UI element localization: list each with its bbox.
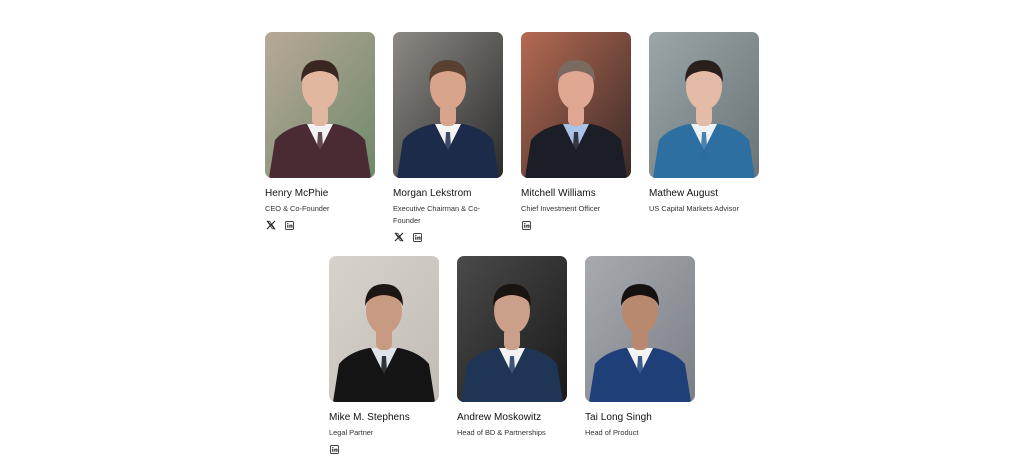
linkedin-icon[interactable]: [412, 232, 423, 243]
linkedin-icon[interactable]: [284, 220, 295, 231]
x-icon[interactable]: [265, 220, 276, 231]
member-socials: [393, 231, 503, 243]
team-member-card: Tai Long Singh Head of Product: [585, 256, 695, 455]
member-socials: [457, 443, 567, 455]
member-socials: [265, 219, 375, 231]
member-role: Executive Chairman & Co-Founder: [393, 204, 481, 225]
member-name: Mitchell Williams: [521, 188, 596, 199]
member-name: Morgan Lekstrom: [393, 188, 472, 199]
member-socials: [585, 443, 695, 455]
team-member-card: Mathew August US Capital Markets Advisor: [649, 32, 759, 243]
member-photo: [457, 256, 567, 402]
linkedin-icon[interactable]: [329, 444, 340, 455]
x-icon[interactable]: [393, 232, 404, 243]
member-photo: [585, 256, 695, 402]
member-name: Mike M. Stephens: [329, 412, 410, 423]
member-role: Head of Product: [585, 428, 639, 437]
team-member-card: Morgan Lekstrom Executive Chairman & Co-…: [393, 32, 503, 243]
member-role: US Capital Markets Advisor: [649, 204, 739, 213]
team-row-bottom: Mike M. Stephens Legal Partner Andrew Mo…: [0, 256, 1024, 455]
member-role: Chief Investment Officer: [521, 204, 601, 213]
member-socials: [329, 443, 439, 455]
member-role: Legal Partner: [329, 428, 374, 437]
team-member-card: Mitchell Williams Chief Investment Offic…: [521, 32, 631, 243]
team-row-top: Henry McPhie CEO & Co-Founder Morgan Lek…: [0, 32, 1024, 243]
member-name: Tai Long Singh: [585, 412, 652, 423]
member-name: Mathew August: [649, 188, 719, 199]
member-socials: [649, 219, 759, 231]
member-photo: [329, 256, 439, 402]
member-photo: [649, 32, 759, 178]
member-name: Andrew Moskowitz: [457, 412, 542, 423]
team-member-card: Andrew Moskowitz Head of BD & Partnershi…: [457, 256, 567, 455]
member-socials: [521, 219, 631, 231]
member-photo: [393, 32, 503, 178]
member-name: Henry McPhie: [265, 188, 329, 199]
member-role: CEO & Co-Founder: [265, 204, 330, 213]
member-photo: [265, 32, 375, 178]
team-member-card: Mike M. Stephens Legal Partner: [329, 256, 439, 455]
team-member-card: Henry McPhie CEO & Co-Founder: [265, 32, 375, 243]
linkedin-icon[interactable]: [521, 220, 532, 231]
member-photo: [521, 32, 631, 178]
member-role: Head of BD & Partnerships: [457, 428, 546, 437]
